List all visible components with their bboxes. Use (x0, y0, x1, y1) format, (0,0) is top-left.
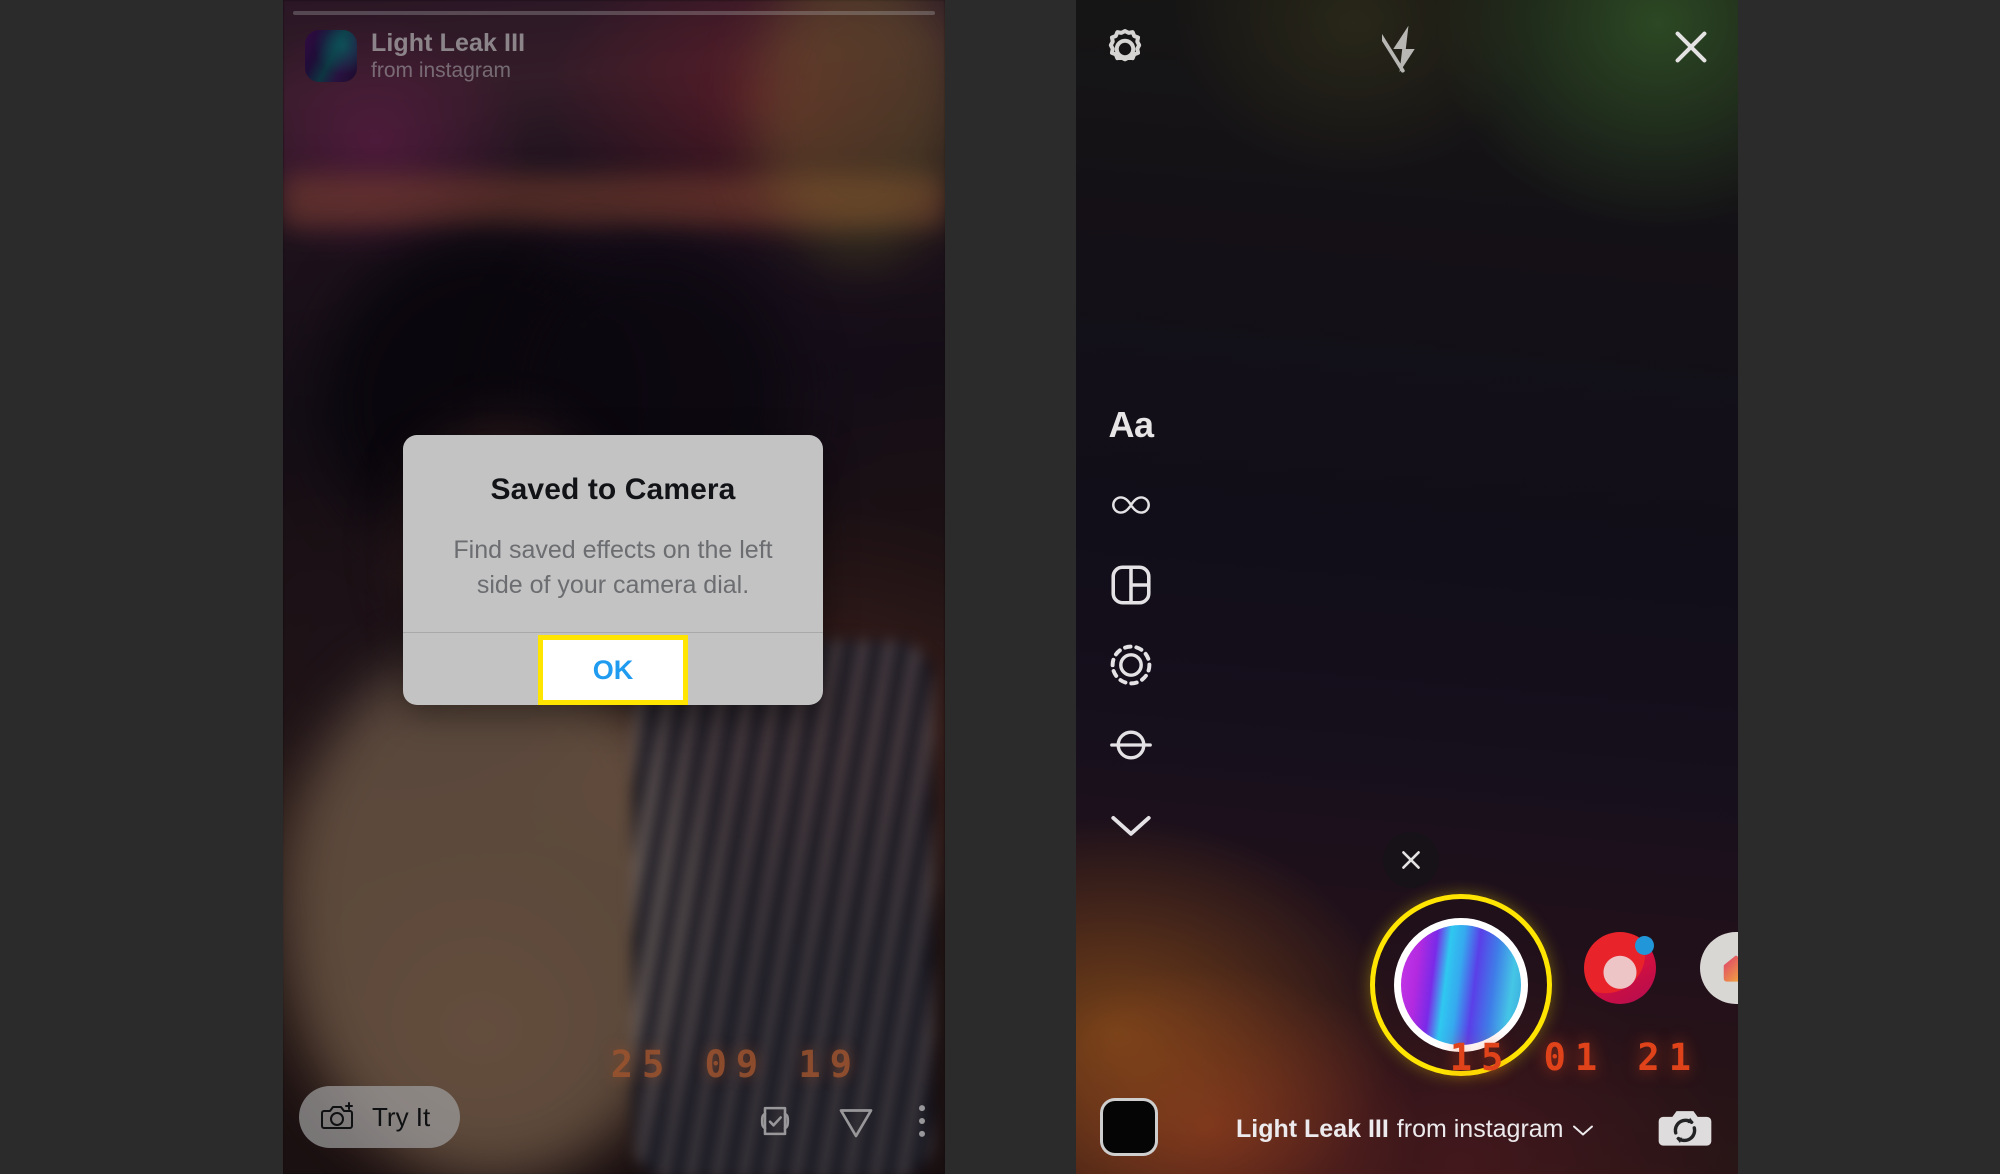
dialog-title: Saved to Camera (490, 473, 736, 506)
tool-layout[interactable] (1100, 545, 1162, 625)
camera-tool-rail: Aa (1100, 385, 1162, 865)
close-x-icon[interactable] (1668, 24, 1714, 70)
chevron-down-icon (1111, 815, 1151, 836)
tool-superzoom[interactable] (1100, 625, 1162, 705)
caption-effect-source: from instagram (1396, 1115, 1564, 1143)
dialog-message: Find saved effects on the left side of y… (453, 536, 773, 599)
hands-free-circle-icon (1110, 730, 1152, 760)
effect-thumb-red[interactable] (1584, 932, 1656, 1004)
instagram-camera-panel: Aa 15 01 21 Light Leak III from instagra… (1076, 0, 1738, 1174)
camera-top-bar (1076, 22, 1738, 82)
tool-expand-more[interactable] (1100, 785, 1162, 865)
infinity-boomerang-icon (1112, 496, 1150, 514)
tool-boomerang[interactable] (1100, 465, 1162, 545)
flip-camera-button[interactable] (1654, 1096, 1716, 1158)
flash-off-icon[interactable] (1382, 24, 1426, 74)
tool-hands-free[interactable] (1100, 705, 1162, 785)
effect-thumb-home[interactable] (1700, 932, 1738, 1004)
camera-flip-icon (1658, 1111, 1712, 1146)
capture-button-light-leak[interactable] (1394, 918, 1528, 1052)
saved-to-camera-dialog: Saved to Camera Find saved effects on th… (403, 435, 823, 705)
clear-effect-button[interactable] (1383, 832, 1439, 888)
superzoom-dotted-circle-icon (1110, 644, 1152, 686)
caption-effect-name: Light Leak III (1236, 1115, 1389, 1143)
effect-caption[interactable]: Light Leak III from instagram (1236, 1115, 1594, 1144)
camera-date-overlay: 15 01 21 (1449, 1036, 1700, 1079)
tool-text[interactable]: Aa (1100, 385, 1162, 465)
close-x-icon (1402, 851, 1420, 869)
camera-bottom-bar: Light Leak III from instagram (1076, 1078, 1738, 1174)
layout-grid-icon (1111, 565, 1151, 605)
chevron-down-icon (1572, 1125, 1593, 1136)
ok-button[interactable]: OK (538, 635, 688, 705)
settings-gear-icon[interactable] (1102, 26, 1148, 72)
effect-carousel (1076, 888, 1738, 1076)
text-aa-icon: Aa (1108, 404, 1154, 445)
home-icon (1723, 955, 1738, 982)
gallery-thumbnail-button[interactable] (1100, 1098, 1158, 1156)
screenshot-stage: Light Leak III from instagram 25 09 19 T… (0, 0, 2000, 1174)
